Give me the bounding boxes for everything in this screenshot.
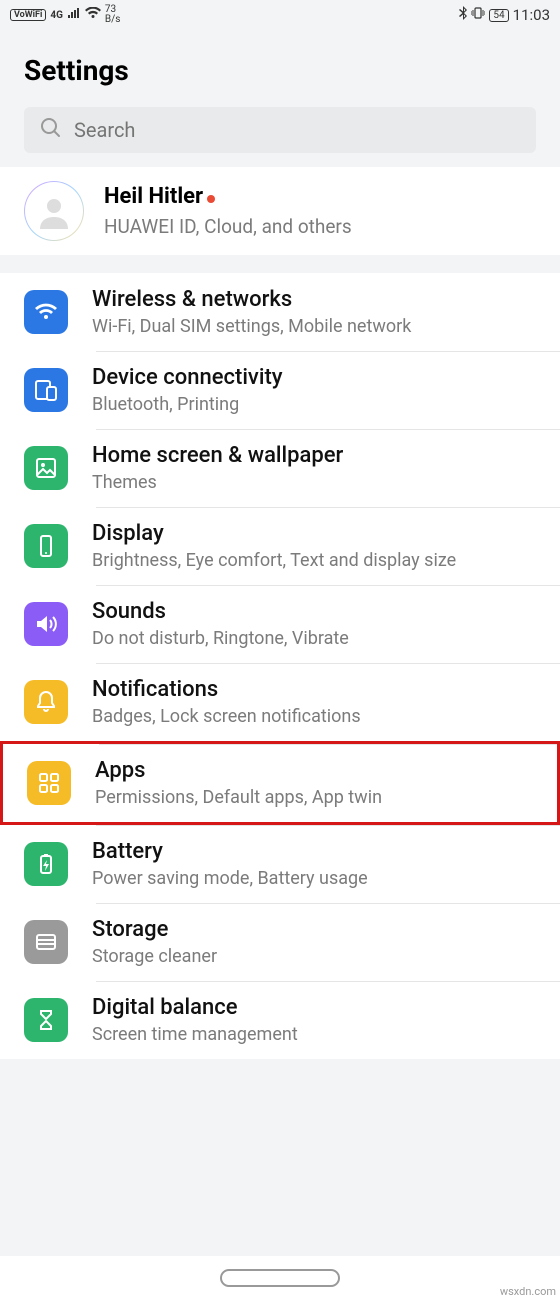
search-input[interactable] xyxy=(74,118,520,142)
setting-text: Sounds Do not disturb, Ringtone, Vibrate xyxy=(92,599,550,649)
setting-text: Apps Permissions, Default apps, App twin xyxy=(95,758,547,808)
clock: 11:03 xyxy=(513,6,550,24)
setting-item-battery[interactable]: Battery Power saving mode, Battery usage xyxy=(0,825,560,903)
setting-text: Display Brightness, Eye comfort, Text and… xyxy=(92,521,550,571)
vibrate-icon xyxy=(471,6,485,24)
setting-sub: Wi-Fi, Dual SIM settings, Mobile network xyxy=(92,316,550,337)
navigation-bar[interactable] xyxy=(0,1256,560,1300)
bell-icon xyxy=(24,680,68,724)
hourglass-icon xyxy=(24,998,68,1042)
status-left: VoWiFi 4G 73 B/s xyxy=(10,5,120,25)
setting-item-apps[interactable]: Apps Permissions, Default apps, App twin xyxy=(0,741,560,825)
sound-icon xyxy=(24,602,68,646)
setting-title: Sounds xyxy=(92,599,550,624)
notification-dot-icon xyxy=(207,195,215,203)
setting-sub: Brightness, Eye comfort, Text and displa… xyxy=(92,550,550,571)
image-icon xyxy=(24,446,68,490)
status-right: 54 11:03 xyxy=(459,6,550,24)
setting-item-device[interactable]: Device connectivity Bluetooth, Printing xyxy=(0,351,560,429)
setting-item-display[interactable]: Display Brightness, Eye comfort, Text and… xyxy=(0,507,560,585)
wifi-icon xyxy=(85,7,101,23)
storage-icon xyxy=(24,920,68,964)
display-icon xyxy=(24,524,68,568)
setting-title: Apps xyxy=(95,758,547,783)
setting-title: Battery xyxy=(92,839,550,864)
setting-text: Wireless & networks Wi-Fi, Dual SIM setti… xyxy=(92,287,550,337)
setting-text: Device connectivity Bluetooth, Printing xyxy=(92,365,550,415)
battery-indicator: 54 xyxy=(489,9,508,22)
account-row[interactable]: Heil Hitler HUAWEI ID, Cloud, and others xyxy=(0,167,560,255)
setting-item-storage[interactable]: Storage Storage cleaner xyxy=(0,903,560,981)
setting-item-digital[interactable]: Digital balance Screen time management xyxy=(0,981,560,1059)
setting-title: Display xyxy=(92,521,550,546)
bluetooth-icon xyxy=(459,6,467,24)
search-box[interactable] xyxy=(24,107,536,153)
account-sub: HUAWEI ID, Cloud, and others xyxy=(104,215,352,238)
setting-sub: Bluetooth, Printing xyxy=(92,394,550,415)
status-bar: VoWiFi 4G 73 B/s 54 11:03 xyxy=(0,0,560,30)
setting-sub: Badges, Lock screen notifications xyxy=(92,706,550,727)
setting-title: Storage xyxy=(92,917,550,942)
setting-text: Digital balance Screen time management xyxy=(92,995,550,1045)
account-text: Heil Hitler HUAWEI ID, Cloud, and others xyxy=(104,184,352,238)
setting-title: Notifications xyxy=(92,677,550,702)
setting-sub: Permissions, Default apps, App twin xyxy=(95,787,547,808)
setting-sub: Power saving mode, Battery usage xyxy=(92,868,550,889)
setting-item-sounds[interactable]: Sounds Do not disturb, Ringtone, Vibrate xyxy=(0,585,560,663)
setting-sub: Storage cleaner xyxy=(92,946,550,967)
settings-list: Wireless & networks Wi-Fi, Dual SIM setti… xyxy=(0,273,560,1059)
setting-text: Storage Storage cleaner xyxy=(92,917,550,967)
setting-text: Battery Power saving mode, Battery usage xyxy=(92,839,550,889)
setting-title: Home screen & wallpaper xyxy=(92,443,550,468)
setting-sub: Themes xyxy=(92,472,550,493)
network-type-icon: 4G xyxy=(50,10,63,21)
avatar xyxy=(24,181,84,241)
setting-title: Wireless & networks xyxy=(92,287,550,312)
setting-sub: Do not disturb, Ringtone, Vibrate xyxy=(92,628,550,649)
vowifi-badge: VoWiFi xyxy=(10,9,46,21)
wifi-icon xyxy=(24,290,68,334)
page-title: Settings xyxy=(0,30,560,107)
network-speed: 73 B/s xyxy=(105,5,121,25)
battery-icon xyxy=(24,842,68,886)
account-name: Heil Hitler xyxy=(104,184,203,209)
setting-text: Home screen & wallpaper Themes xyxy=(92,443,550,493)
setting-item-wireless[interactable]: Wireless & networks Wi-Fi, Dual SIM setti… xyxy=(0,273,560,351)
signal-icon xyxy=(67,7,81,23)
nav-pill-icon[interactable] xyxy=(220,1269,340,1287)
apps-icon xyxy=(27,761,71,805)
setting-title: Device connectivity xyxy=(92,365,550,390)
setting-title: Digital balance xyxy=(92,995,550,1020)
setting-item-notifications[interactable]: Notifications Badges, Lock screen notific… xyxy=(0,663,560,741)
setting-sub: Screen time management xyxy=(92,1024,550,1045)
search-icon xyxy=(40,117,62,143)
device-icon xyxy=(24,368,68,412)
setting-text: Notifications Badges, Lock screen notific… xyxy=(92,677,550,727)
setting-item-home[interactable]: Home screen & wallpaper Themes xyxy=(0,429,560,507)
watermark: wsxdn.com xyxy=(500,1285,556,1298)
